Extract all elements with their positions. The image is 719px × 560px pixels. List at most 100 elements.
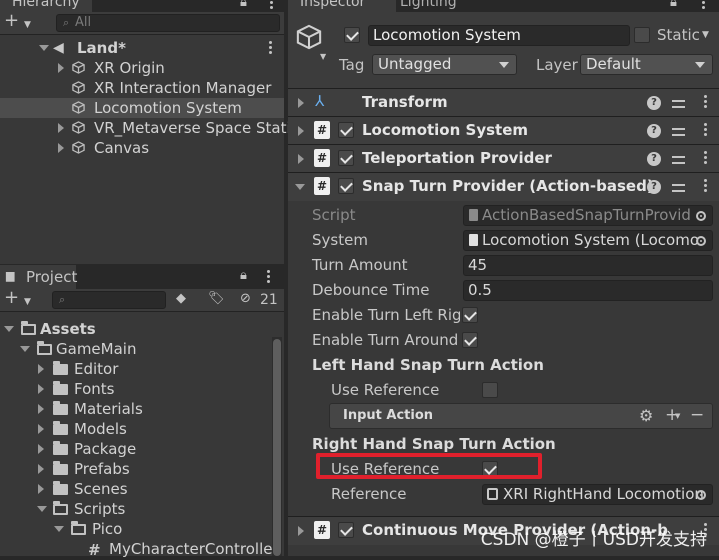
add-icon[interactable]: + bbox=[4, 289, 19, 307]
scrollbar-track[interactable] bbox=[272, 337, 282, 556]
tree-item-script-file[interactable]: # MyCharacterControlle bbox=[0, 539, 284, 559]
expand-arrow-icon[interactable] bbox=[298, 126, 304, 136]
expand-arrow-icon[interactable] bbox=[58, 63, 64, 73]
expand-arrow-icon[interactable] bbox=[58, 143, 64, 153]
hierarchy-item-selected[interactable]: Locomotion System bbox=[0, 98, 284, 118]
chevron-down-icon[interactable]: ▼ bbox=[24, 295, 31, 309]
component-enabled-checkbox[interactable] bbox=[338, 178, 354, 194]
tree-item-folder[interactable]: Models bbox=[0, 419, 284, 439]
tree-item-folder[interactable]: Materials bbox=[0, 399, 284, 419]
tag-dropdown[interactable]: Untagged bbox=[372, 54, 517, 75]
expand-arrow-icon[interactable] bbox=[37, 506, 47, 512]
static-checkbox[interactable] bbox=[634, 27, 650, 43]
expand-arrow-icon[interactable] bbox=[298, 154, 304, 164]
enable-turn-left-right-checkbox[interactable] bbox=[462, 307, 478, 323]
tree-item-gamemain[interactable]: GameMain bbox=[0, 339, 284, 359]
project-menu-icon[interactable] bbox=[267, 275, 270, 278]
object-picker-icon[interactable] bbox=[696, 236, 706, 246]
filter-by-type-icon[interactable]: ◆ bbox=[176, 292, 186, 306]
component-snap-turn-provider[interactable]: # Snap Turn Provider (Action-based) ? bbox=[288, 172, 719, 201]
hidden-eye-icon[interactable]: ⊘ bbox=[240, 292, 251, 306]
component-enabled-checkbox[interactable] bbox=[338, 122, 354, 138]
lock-icon[interactable]: 🔒︎ bbox=[240, 0, 247, 10]
label-tag-icon[interactable]: 🏷︎ bbox=[208, 292, 225, 306]
left-use-reference-checkbox[interactable] bbox=[482, 382, 498, 398]
debounce-time-field[interactable]: 0.5 bbox=[463, 280, 713, 301]
expand-arrow-icon[interactable] bbox=[38, 484, 44, 494]
component-menu-icon[interactable] bbox=[704, 100, 707, 103]
presets-icon[interactable] bbox=[672, 125, 685, 138]
collapse-arrow-icon[interactable] bbox=[295, 184, 305, 190]
gear-icon[interactable]: ⚙ bbox=[639, 406, 653, 425]
object-name-field[interactable]: Locomotion System bbox=[368, 25, 630, 46]
presets-icon[interactable] bbox=[672, 181, 685, 194]
expand-arrow-icon[interactable] bbox=[38, 444, 44, 454]
hierarchy-item[interactable]: VR_Metaverse Space Stati bbox=[0, 118, 291, 138]
tree-item-folder[interactable]: Scenes bbox=[0, 479, 284, 499]
expand-arrow-icon[interactable] bbox=[38, 364, 44, 374]
system-field[interactable]: Locomotion System (Locomo bbox=[463, 230, 713, 251]
expand-arrow-icon[interactable] bbox=[4, 326, 14, 332]
enable-turn-around-checkbox[interactable] bbox=[462, 332, 478, 348]
expand-arrow-icon[interactable] bbox=[298, 98, 304, 108]
help-icon[interactable]: ? bbox=[647, 152, 661, 166]
expand-arrow-icon[interactable] bbox=[298, 526, 304, 536]
chevron-down-icon[interactable]: ▼ bbox=[675, 412, 680, 420]
project-search-input[interactable]: ⌕ bbox=[52, 291, 166, 309]
tree-item-folder[interactable]: Package bbox=[0, 439, 284, 459]
active-checkbox[interactable] bbox=[344, 27, 360, 43]
scrollbar-thumb[interactable] bbox=[273, 339, 281, 556]
tab-lighting[interactable]: Lighting bbox=[400, 0, 457, 10]
tree-item-folder[interactable]: Prefabs bbox=[0, 459, 284, 479]
layer-dropdown[interactable]: Default bbox=[580, 54, 713, 75]
component-menu-icon[interactable] bbox=[704, 156, 707, 159]
component-menu-icon[interactable] bbox=[704, 128, 707, 131]
inspector-menu-icon[interactable] bbox=[702, 1, 705, 4]
expand-arrow-icon[interactable] bbox=[39, 45, 49, 51]
hierarchy-menu-icon[interactable] bbox=[270, 1, 273, 4]
presets-icon[interactable] bbox=[672, 153, 685, 166]
expand-arrow-icon[interactable] bbox=[38, 464, 44, 474]
tab-project[interactable]: ▆ Project bbox=[0, 265, 77, 289]
turn-amount-field[interactable]: 45 bbox=[463, 255, 713, 276]
component-menu-icon[interactable] bbox=[704, 184, 707, 187]
icon-dropdown-chevron-icon[interactable]: ▼ bbox=[320, 52, 326, 61]
add-icon[interactable]: + bbox=[4, 12, 19, 30]
expand-arrow-icon[interactable] bbox=[38, 384, 44, 394]
component-teleportation-provider[interactable]: # Teleportation Provider ? bbox=[288, 144, 719, 173]
search-icon: ⌕ bbox=[59, 293, 66, 306]
help-icon[interactable]: ? bbox=[647, 96, 661, 110]
expand-arrow-icon[interactable] bbox=[54, 526, 64, 532]
hierarchy-item[interactable]: XR Interaction Manager bbox=[0, 78, 284, 98]
scene-row[interactable]: ◀ Land* bbox=[0, 38, 284, 58]
static-dropdown-chevron-icon[interactable]: ▼ bbox=[702, 30, 709, 40]
component-transform[interactable]: ⅄ Transform ? bbox=[288, 88, 719, 117]
tab-inspector[interactable]: Inspector bbox=[288, 0, 396, 12]
hierarchy-search-input[interactable]: ⌕ All bbox=[56, 14, 280, 32]
component-locomotion-system[interactable]: # Locomotion System ? bbox=[288, 116, 719, 145]
expand-arrow-icon[interactable] bbox=[20, 346, 30, 352]
help-icon[interactable]: ? bbox=[647, 180, 661, 194]
tree-item-folder[interactable]: Fonts bbox=[0, 379, 284, 399]
object-picker-icon[interactable] bbox=[696, 490, 706, 500]
lock-icon[interactable]: 🔒︎ bbox=[240, 269, 247, 283]
tree-item-scripts[interactable]: Scripts bbox=[0, 499, 284, 519]
component-enabled-checkbox[interactable] bbox=[338, 522, 354, 538]
tree-item-assets[interactable]: Assets bbox=[0, 319, 284, 339]
scene-menu-icon[interactable] bbox=[269, 46, 272, 49]
chevron-down-icon[interactable]: ▼ bbox=[24, 18, 31, 32]
search-placeholder: All bbox=[75, 15, 92, 30]
tree-item-pico[interactable]: Pico bbox=[0, 519, 284, 539]
hierarchy-item[interactable]: XR Origin bbox=[0, 58, 284, 78]
expand-arrow-icon[interactable] bbox=[38, 424, 44, 434]
reference-field[interactable]: XRI RightHand Locomotion bbox=[482, 484, 713, 505]
expand-arrow-icon[interactable] bbox=[38, 404, 44, 414]
expand-arrow-icon[interactable] bbox=[58, 123, 64, 133]
hierarchy-item[interactable]: Canvas bbox=[0, 138, 284, 158]
help-icon[interactable]: ? bbox=[647, 124, 661, 138]
component-enabled-checkbox[interactable] bbox=[338, 150, 354, 166]
remove-binding-icon[interactable]: − bbox=[690, 405, 704, 425]
lock-icon[interactable]: 🔒︎ bbox=[670, 0, 677, 10]
tree-item-folder[interactable]: Editor bbox=[0, 359, 284, 379]
presets-icon[interactable] bbox=[672, 97, 685, 110]
